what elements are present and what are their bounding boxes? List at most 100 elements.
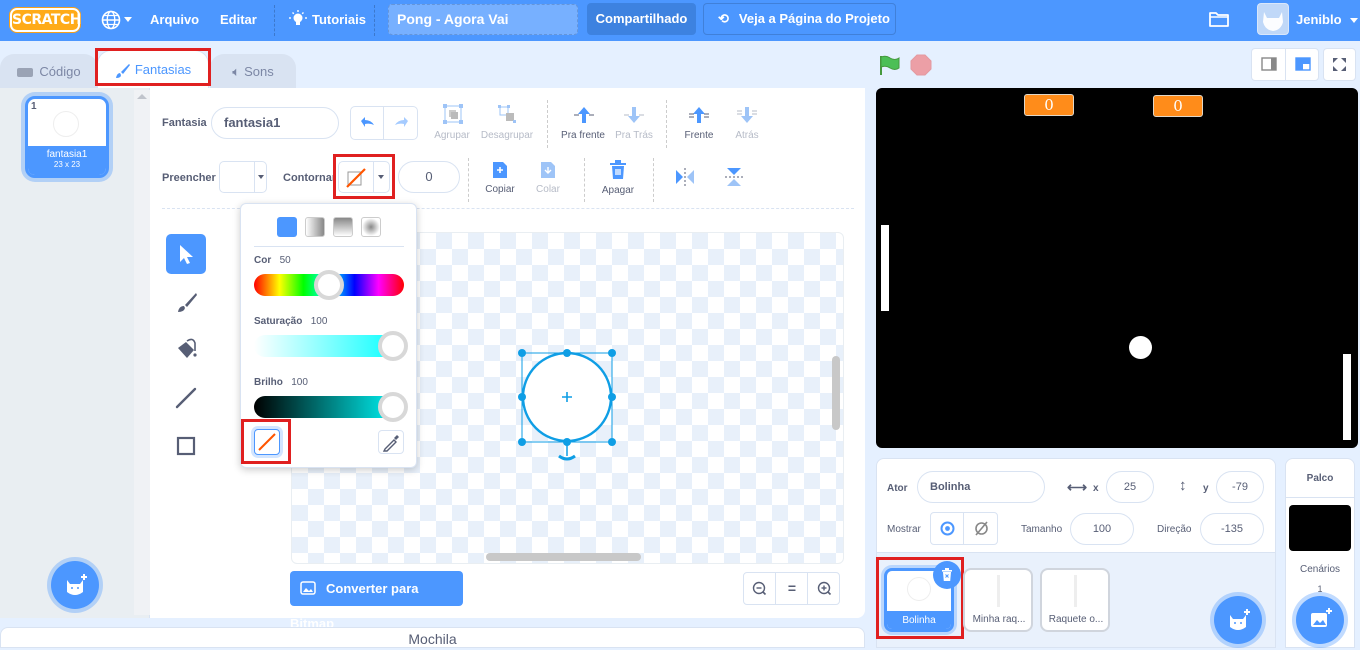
choose-costume-button[interactable] bbox=[51, 561, 99, 609]
tutorials-button[interactable]: Tutoriais bbox=[288, 9, 368, 31]
color-slider[interactable] bbox=[254, 270, 404, 300]
convert-to-bitmap-button[interactable]: Converter para Bitmap bbox=[290, 571, 463, 631]
saturation-slider[interactable] bbox=[254, 331, 408, 361]
green-flag-icon[interactable] bbox=[878, 54, 902, 76]
eyedropper-button[interactable] bbox=[378, 430, 404, 454]
radial-gradient-mode[interactable] bbox=[361, 217, 381, 237]
fullscreen-button[interactable] bbox=[1323, 48, 1356, 81]
delete-sprite-button[interactable] bbox=[933, 561, 961, 589]
tab-code[interactable]: Código bbox=[0, 54, 98, 89]
stop-icon[interactable] bbox=[910, 54, 932, 76]
horizontal-gradient-mode[interactable] bbox=[305, 217, 325, 237]
front-button[interactable]: Frente bbox=[678, 104, 720, 144]
delete-button[interactable]: Apagar bbox=[598, 160, 638, 200]
hide-sprite-button[interactable] bbox=[965, 513, 998, 544]
back-button[interactable]: Atrás bbox=[726, 104, 768, 144]
flip-vertical-button[interactable] bbox=[722, 166, 746, 188]
tab-sounds[interactable]: 🔈︎ Sons bbox=[210, 54, 296, 89]
color-label-row: Cor 50 bbox=[254, 255, 291, 266]
layout-toggle-group bbox=[1251, 48, 1319, 81]
sprite-name-input[interactable]: Bolinha bbox=[917, 471, 1045, 503]
globe-icon bbox=[101, 10, 121, 30]
brush-tool[interactable] bbox=[166, 283, 206, 323]
brightness-slider[interactable] bbox=[254, 392, 408, 422]
no-color-button[interactable] bbox=[254, 429, 280, 455]
flip-horizontal-icon bbox=[676, 168, 694, 186]
solid-color-mode[interactable] bbox=[277, 217, 297, 237]
folder-icon[interactable] bbox=[1208, 10, 1230, 28]
small-stage-button[interactable] bbox=[1252, 49, 1286, 80]
brightness-slider-knob[interactable] bbox=[378, 392, 408, 422]
choose-sprite-button[interactable] bbox=[1214, 596, 1262, 644]
backpack-panel[interactable]: Mochila bbox=[0, 627, 865, 648]
costume-item[interactable]: 1 fantasia1 23 x 23 bbox=[25, 96, 109, 178]
project-title-input[interactable]: Pong - Agora Vai bbox=[388, 4, 578, 35]
saturation-label-row: Saturação 100 bbox=[254, 316, 327, 327]
flip-horizontal-button[interactable] bbox=[673, 166, 697, 188]
choose-backdrop-button[interactable] bbox=[1296, 596, 1344, 644]
zoom-reset-button[interactable]: = bbox=[777, 573, 808, 604]
normal-stage-button[interactable] bbox=[1287, 49, 1319, 80]
color-slider-knob[interactable] bbox=[314, 270, 344, 300]
chevron-down-icon bbox=[1350, 18, 1359, 24]
show-sprite-button[interactable] bbox=[931, 513, 964, 544]
saturation-slider-knob[interactable] bbox=[378, 331, 408, 361]
sprite-name-label: Ator bbox=[887, 483, 908, 494]
right-paddle-sprite[interactable] bbox=[1343, 354, 1351, 440]
username: Jeniblo bbox=[1296, 12, 1342, 27]
zoom-in-button[interactable] bbox=[809, 573, 840, 604]
x-label: x bbox=[1093, 483, 1099, 494]
scratch-logo[interactable]: SCRATCH bbox=[10, 8, 81, 32]
share-button[interactable]: Compartilhado bbox=[587, 3, 696, 35]
left-paddle-sprite[interactable] bbox=[881, 225, 889, 311]
size-label: Tamanho bbox=[1021, 524, 1063, 535]
cat-avatar-icon bbox=[1263, 12, 1283, 31]
paste-label: Colar bbox=[536, 184, 560, 195]
backward-button[interactable]: Pra Trás bbox=[610, 104, 658, 144]
copy-button[interactable]: Copiar bbox=[482, 160, 518, 200]
undo-button[interactable] bbox=[351, 107, 384, 139]
outline-width-input[interactable]: 0 bbox=[398, 161, 460, 193]
rectangle-tool[interactable] bbox=[166, 426, 206, 466]
y-position-input[interactable]: -79 bbox=[1216, 471, 1264, 503]
language-menu[interactable] bbox=[100, 9, 134, 31]
canvas-horizontal-scrollbar[interactable] bbox=[486, 553, 641, 561]
ungroup-button[interactable]: Desagrupar bbox=[478, 104, 536, 144]
forward-button[interactable]: Pra frente bbox=[558, 104, 608, 144]
direction-input[interactable]: -135 bbox=[1200, 513, 1264, 545]
menu-divider bbox=[374, 5, 375, 36]
stage-canvas[interactable]: 0 0 bbox=[876, 88, 1358, 448]
fill-tool[interactable] bbox=[166, 330, 206, 370]
paste-button[interactable]: Colar bbox=[530, 160, 566, 200]
username-menu[interactable]: Jeniblo bbox=[1296, 12, 1359, 27]
costume-name-input[interactable]: fantasia1 bbox=[211, 107, 339, 139]
selected-circle-shape[interactable] bbox=[515, 346, 619, 468]
canvas-vertical-scrollbar[interactable] bbox=[832, 356, 840, 430]
paint-bucket-icon bbox=[178, 338, 197, 358]
costume-thumbnail bbox=[53, 111, 79, 137]
file-menu[interactable]: Arquivo bbox=[150, 12, 199, 27]
horizontal-arrows-icon: ⟷ bbox=[1067, 479, 1088, 495]
redo-button[interactable] bbox=[385, 107, 418, 139]
group-button[interactable]: Agrupar bbox=[432, 104, 472, 144]
backdrops-label: Cenários bbox=[1299, 564, 1341, 575]
sprite-tile-opponent-paddle[interactable]: Raquete o... bbox=[1040, 568, 1110, 632]
zoom-out-button[interactable] bbox=[744, 573, 776, 604]
tab-costumes[interactable]: Fantasias bbox=[97, 50, 209, 89]
sprite-tile-my-paddle[interactable]: Minha raq... bbox=[963, 568, 1033, 632]
costume-name: fantasia1 bbox=[46, 149, 88, 160]
size-input[interactable]: 100 bbox=[1070, 513, 1134, 545]
group-label: Agrupar bbox=[434, 130, 470, 141]
outline-color-picker[interactable] bbox=[338, 161, 390, 193]
vertical-gradient-mode[interactable] bbox=[333, 217, 353, 237]
fill-color-picker[interactable] bbox=[219, 161, 267, 193]
score-display-left: 0 bbox=[1024, 94, 1074, 116]
ball-sprite[interactable] bbox=[1129, 336, 1152, 359]
edit-menu[interactable]: Editar bbox=[220, 12, 257, 27]
see-project-page-button[interactable]: ⟲ Veja a Página do Projeto bbox=[703, 3, 896, 35]
line-tool[interactable] bbox=[166, 378, 206, 418]
user-avatar[interactable] bbox=[1257, 3, 1289, 35]
x-position-input[interactable]: 25 bbox=[1106, 471, 1154, 503]
select-tool[interactable] bbox=[166, 234, 206, 274]
costume-list-scrollbar[interactable] bbox=[134, 90, 150, 615]
